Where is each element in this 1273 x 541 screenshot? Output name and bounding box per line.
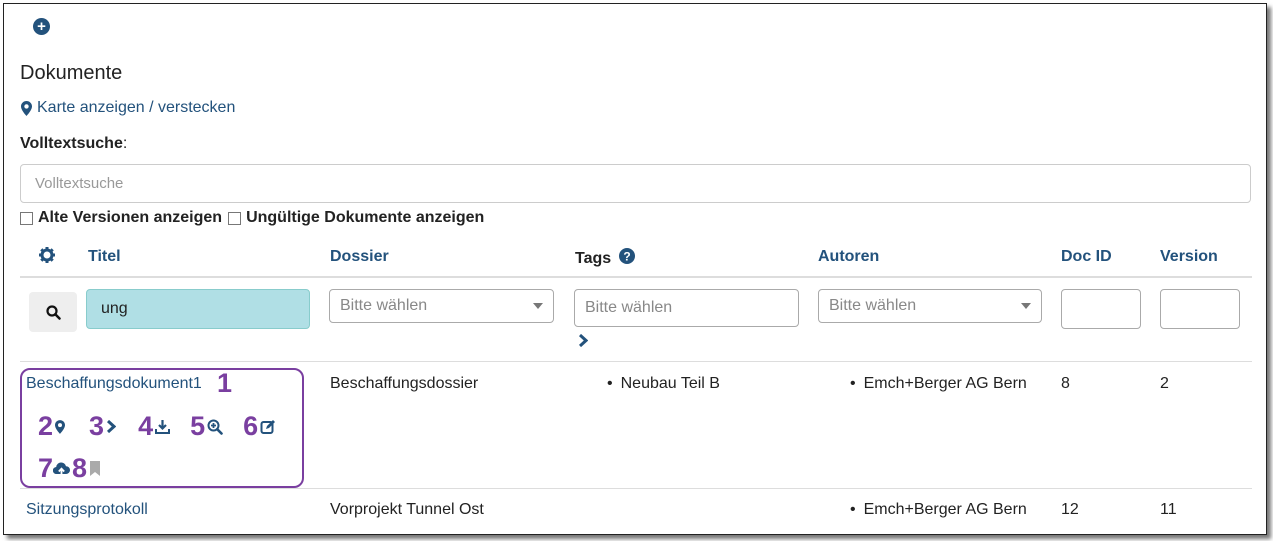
row2-author: Emch+Berger AG Bern [850,501,1027,519]
authors-filter-select[interactable]: Bitte wählen [818,289,1042,323]
annotation-2: 2 [38,411,54,441]
fulltext-label: Volltextsuche: [20,135,128,152]
row2-dossier: Vorprojekt Tunnel Ost [330,501,484,518]
row1-tag: Neubau Teil B [607,375,720,393]
annotation-8: 8 [72,453,88,483]
cloud-upload-icon[interactable] [53,462,71,476]
annotation-4: 4 [138,411,154,441]
annotation-1: 1 [217,368,233,398]
row2-title-link[interactable]: Sitzungsprotokoll [26,501,148,519]
map-marker-icon [21,100,32,116]
annotation-7: 7 [38,453,54,483]
column-title[interactable]: Titel [88,248,121,266]
invalid-docs-checkbox[interactable] [228,211,242,225]
annotation-5: 5 [190,411,206,441]
column-tags: Tags ? [575,248,635,268]
document-panel: + Dokumente Karte anzeigen / verstecken … [3,3,1267,535]
title-filter-input[interactable] [86,289,310,329]
zoom-in-icon[interactable] [207,419,223,435]
question-circle-icon[interactable]: ? [618,248,635,264]
gear-icon[interactable] [39,247,55,263]
chevron-right-icon[interactable] [106,420,117,433]
caret-down-icon [1021,303,1031,309]
invalid-docs-label: Ungültige Dokumente anzeigen [246,209,485,226]
map-toggle-link[interactable]: Karte anzeigen / verstecken [21,99,235,117]
search-button[interactable] [29,292,77,332]
download-icon[interactable] [155,419,171,434]
old-versions-label: Alte Versionen anzeigen [38,209,223,226]
caret-down-icon [533,303,543,309]
row1-docid: 8 [1061,375,1070,392]
filter-divider [20,361,1252,362]
page-title: Dokumente [20,62,123,84]
column-version[interactable]: Version [1160,248,1218,266]
bookmark-icon[interactable] [89,461,101,476]
search-icon [45,304,61,320]
row2-docid: 12 [1061,501,1079,518]
row2-version: 11 [1160,501,1177,518]
annotation-3: 3 [89,411,105,441]
row1-title-link[interactable]: Beschaffungsdokument1 [26,375,202,393]
version-filter-input[interactable] [1160,289,1240,329]
edit-icon[interactable] [260,419,276,435]
options-row: Alte Versionen anzeigen Ungültige Dokume… [20,209,484,227]
row1-dossier: Beschaffungsdossier [330,375,479,392]
fulltext-search-input[interactable] [20,164,1251,203]
row1-version: 2 [1160,375,1169,392]
column-authors[interactable]: Autoren [818,248,879,266]
column-dossier[interactable]: Dossier [330,248,389,266]
row1-author: Emch+Berger AG Bern [850,375,1027,393]
annotation-6: 6 [243,411,259,441]
svg-text:?: ? [623,250,630,264]
docid-filter-input[interactable] [1061,289,1141,329]
tags-filter-input[interactable]: Bitte wählen [574,289,799,327]
plus-circle-icon[interactable]: + [33,18,50,35]
row1-actions-2: 7 8 [38,455,101,482]
map-marker-icon[interactable] [55,419,66,434]
row-divider [20,488,1252,489]
dossier-filter-select[interactable]: Bitte wählen [329,289,554,323]
map-toggle-label: Karte anzeigen / verstecken [37,99,236,116]
column-docid[interactable]: Doc ID [1061,248,1112,266]
header-divider [20,276,1252,278]
old-versions-checkbox[interactable] [20,211,33,225]
chevron-right-icon[interactable] [578,334,588,347]
row1-actions: 2 3 4 5 6 [38,413,276,440]
